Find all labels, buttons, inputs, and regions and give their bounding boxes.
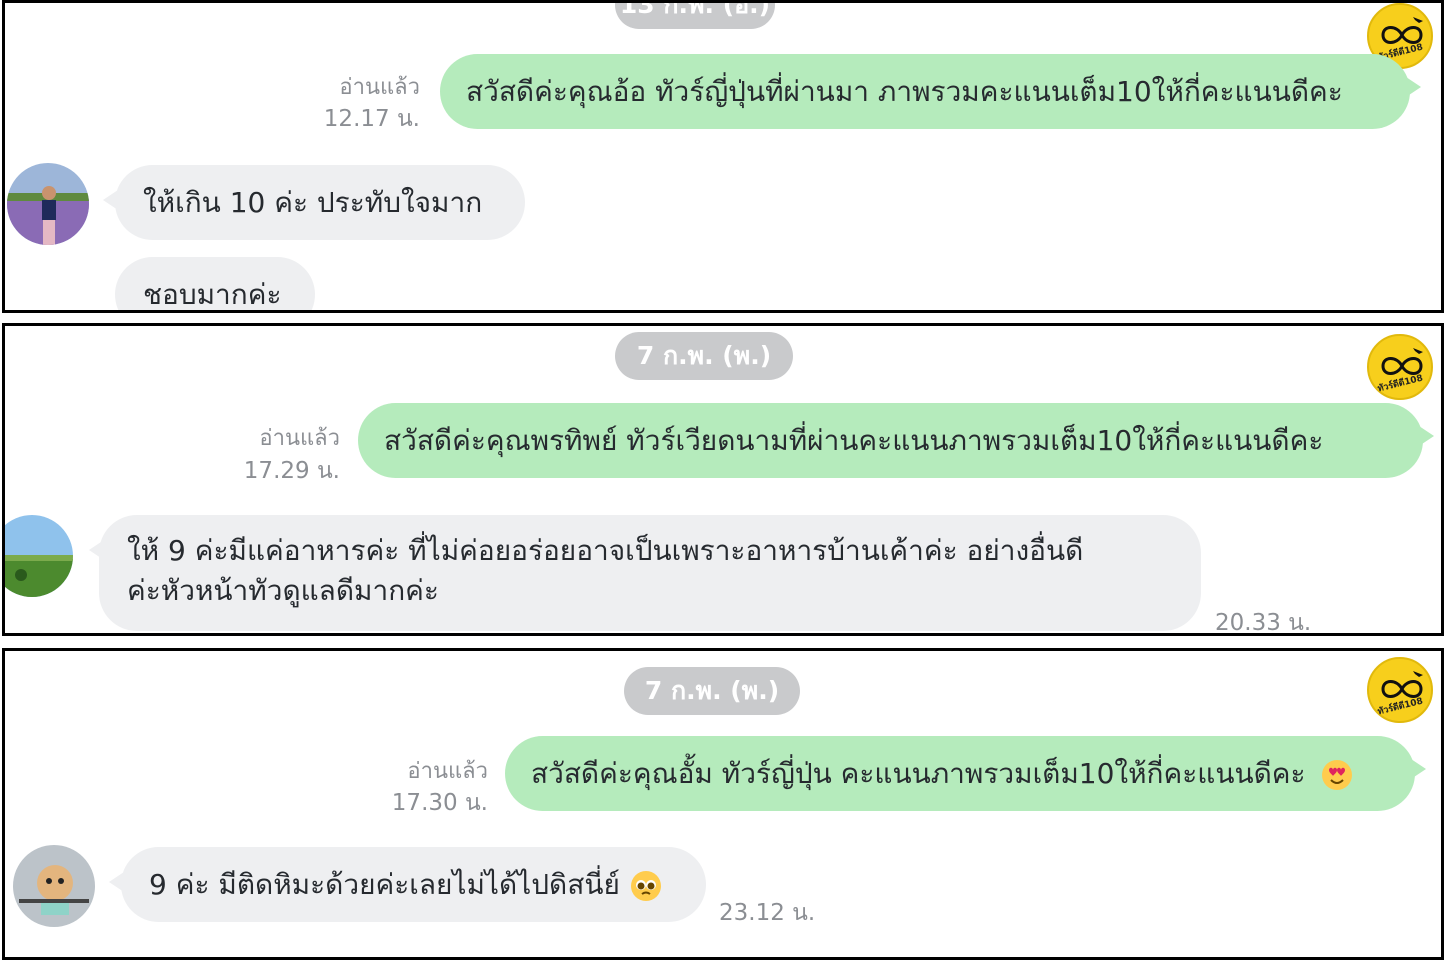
customer-avatar[interactable]	[7, 163, 89, 245]
pleading-face-emoji-icon	[630, 871, 661, 901]
customer-avatar[interactable]	[5, 515, 73, 597]
message-line: ให้ 9 ค่ะมีแค่อาหารค่ะ ที่ไม่ค่อยอร่อยอา…	[127, 534, 1084, 567]
read-receipt: อ่านแล้ว	[259, 426, 340, 451]
message-time: 20.33 น.	[1215, 610, 1312, 636]
customer-photo	[7, 163, 89, 245]
message-text: สวัสดีค่ะคุณอั้ม ทัวร์ญี่ปุ่น คะแนนภาพรว…	[531, 757, 1306, 790]
plane-icon	[1413, 17, 1423, 23]
customer-photo	[5, 515, 73, 597]
outgoing-message[interactable]: สวัสดีค่ะคุณพรทิพย์ ทัวร์เวียดนามที่ผ่าน…	[358, 403, 1423, 478]
customer-photo	[13, 845, 95, 927]
date-separator: 7 ก.พ. (พ.)	[624, 667, 800, 715]
message-time: 17.30 น.	[391, 790, 488, 816]
read-receipt: อ่านแล้ว	[339, 75, 420, 100]
plane-icon	[1413, 671, 1423, 677]
message-time: 23.12 น.	[719, 900, 816, 926]
incoming-message[interactable]: ให้ 9 ค่ะมีแค่อาหารค่ะ ที่ไม่ค่อยอร่อยอา…	[99, 515, 1201, 631]
incoming-message[interactable]: ให้เกิน 10 ค่ะ ประทับใจมาก	[115, 165, 525, 240]
read-receipt: อ่านแล้ว	[407, 759, 488, 784]
outgoing-message[interactable]: สวัสดีค่ะคุณอ้อ ทัวร์ญี่ปุ่นที่ผ่านมา ภา…	[440, 54, 1410, 129]
plane-icon	[1413, 348, 1423, 354]
message-line: ค่ะหัวหน้าทัวดูแลดีมากค่ะ	[127, 574, 439, 607]
bubble-tail	[1403, 75, 1421, 99]
customer-avatar[interactable]	[13, 845, 95, 927]
message-time: 12.17 น.	[323, 106, 420, 132]
bubble-tail	[1408, 757, 1426, 781]
chat-panel-2: 7 ก.พ. (พ.) ทัวร์ดีดี108 อ่านแล้ว 17.29 …	[2, 323, 1444, 636]
date-separator: 13 ก.พ. (อ.)	[615, 3, 775, 29]
date-separator: 7 ก.พ. (พ.)	[615, 332, 793, 380]
message-time: 17.29 น.	[243, 458, 340, 484]
message-text: 9 ค่ะ มีติดหิมะด้วยค่ะเลยไม่ได้ไปดิสนี่ย…	[149, 868, 620, 901]
chat-panel-3: 7 ก.พ. (พ.) ทัวร์ดีดี108 อ่านแล้ว 17.30 …	[2, 648, 1444, 960]
outgoing-message[interactable]: สวัสดีค่ะคุณอั้ม ทัวร์ญี่ปุ่น คะแนนภาพรว…	[505, 736, 1415, 811]
brand-avatar[interactable]: ทัวร์ดีดี108	[1367, 657, 1433, 723]
heart-eyes-emoji-icon	[1322, 760, 1353, 790]
bubble-tail	[1416, 424, 1434, 448]
incoming-message[interactable]: ชอบมากค่ะ	[115, 257, 315, 310]
incoming-message[interactable]: 9 ค่ะ มีติดหิมะด้วยค่ะเลยไม่ได้ไปดิสนี่ย…	[121, 847, 706, 922]
chat-panel-1: 13 ก.พ. (อ.) ทัวร์ดีดี108 อ่านแล้ว 12.17…	[2, 0, 1444, 313]
brand-avatar[interactable]: ทัวร์ดีดี108	[1367, 334, 1433, 400]
